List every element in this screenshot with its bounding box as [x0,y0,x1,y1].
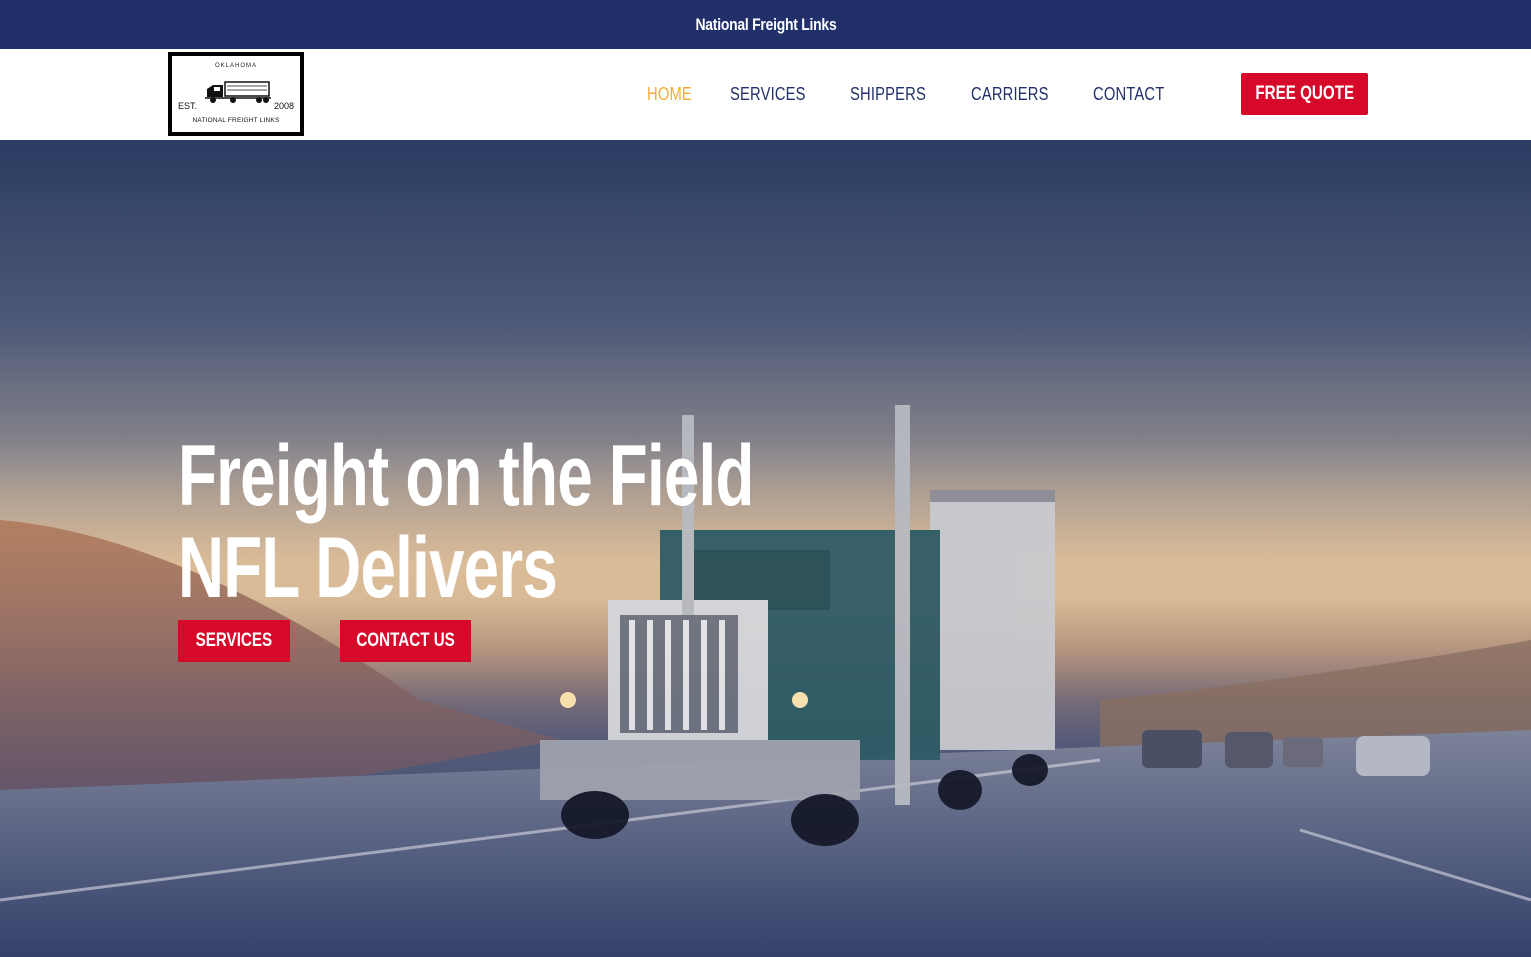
nav-item-contact[interactable]: CONTACT [1093,84,1164,105]
hero-heading: Freight on the Field NFL Delivers [178,430,754,614]
main-navigation: HOME SERVICES SHIPPERS CARRIERS CONTACT [647,49,1208,140]
site-title: National Freight Links [695,14,836,34]
nav-item-carriers[interactable]: CARRIERS [971,84,1049,105]
hero-banner: Freight on the Field NFL Delivers SERVIC… [0,140,1531,957]
hero-contact-button[interactable]: CONTACT US [340,620,471,662]
logo-year-text: 2008 [273,101,294,111]
nav-item-home[interactable]: HOME [647,84,692,105]
nav-item-services[interactable]: SERVICES [730,84,806,105]
free-quote-button[interactable]: FREE QUOTE [1241,73,1368,115]
hero-contact-label: CONTACT US [356,630,455,651]
site-logo[interactable]: OKLAHOMA EST. 2008 NATIONAL FREIGHT LINK… [168,52,304,136]
logo-company-name: NATIONAL FREIGHT LINKS [192,117,280,124]
hero-heading-line-1: Freight on the Field [178,428,754,524]
free-quote-label: FREE QUOTE [1255,83,1354,104]
logo-est-text: EST. [178,101,198,111]
hero-services-button[interactable]: SERVICES [178,620,290,662]
logo-inner: OKLAHOMA EST. 2008 NATIONAL FREIGHT LINK… [175,59,297,129]
hero-heading-line-2: NFL Delivers [178,520,558,616]
hero-services-label: SERVICES [195,630,273,651]
logo-state-text: OKLAHOMA [214,63,257,69]
nav-item-shippers[interactable]: SHIPPERS [850,84,926,105]
truck-logo-icon [205,81,271,103]
top-announcement-bar: National Freight Links [0,0,1531,49]
site-header: OKLAHOMA EST. 2008 NATIONAL FREIGHT LINK… [0,49,1531,140]
